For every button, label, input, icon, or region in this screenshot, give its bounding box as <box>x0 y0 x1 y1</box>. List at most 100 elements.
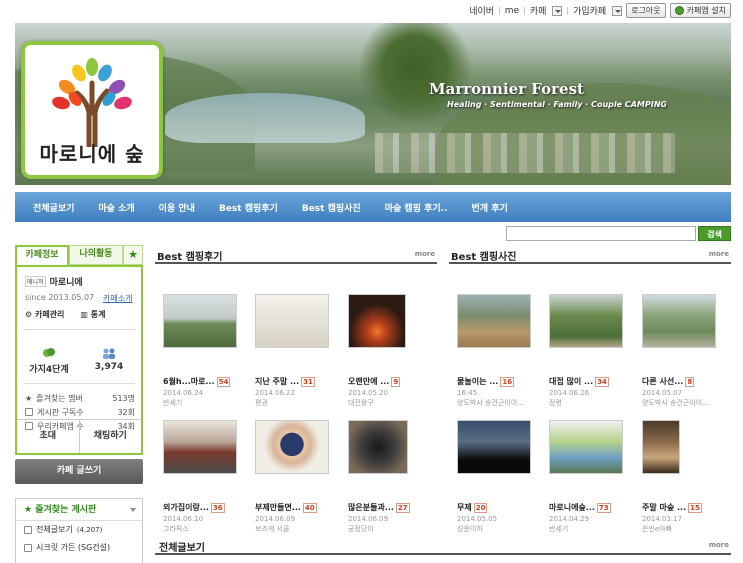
post-thumbnail[interactable] <box>642 420 680 474</box>
post-author[interactable]: 성윤이하 <box>457 524 535 534</box>
separator: | <box>498 6 501 15</box>
post-author[interactable]: 보즈게 서울 <box>255 524 333 534</box>
more-link[interactable]: more <box>415 250 435 258</box>
post-author[interactable]: 반세기 <box>549 524 627 534</box>
post-item[interactable]: 많은분들과... 27 2014.06.09 궁정당이 <box>348 420 428 534</box>
post-item[interactable]: 외가집이랑... 36 2014.06.10 그라픽스 <box>163 420 243 534</box>
tab-my-activity[interactable]: 나의활동 <box>69 245 123 265</box>
more-link[interactable]: more <box>709 250 729 258</box>
nav-guide[interactable]: 이용 안내 <box>147 201 207 214</box>
post-author[interactable]: 양도박사 숭건근이이... <box>642 398 720 408</box>
post-thumbnail[interactable] <box>457 294 531 348</box>
post-title-text: 물놀이는 ... <box>457 377 499 386</box>
post-author[interactable]: 그라픽스 <box>163 524 241 534</box>
cafe-intro-link[interactable]: 카페소개 <box>103 293 132 304</box>
post-item[interactable]: 대접 많이 ... 34 2014.06.26 정령 <box>549 294 629 408</box>
section-title[interactable]: Best 캠핑사진 <box>451 248 516 263</box>
post-title[interactable]: 부제만들면... 40 <box>255 502 335 513</box>
post-thumbnail[interactable] <box>163 294 237 348</box>
members-stat[interactable]: 3,974 <box>81 347 137 372</box>
chat-button[interactable]: 채팅하기 <box>80 420 142 453</box>
post-item[interactable]: 다른 사선... 8 2014.05.07 양도박사 숭건근이이... <box>642 294 722 408</box>
post-item[interactable]: 부제만들면... 40 2014.06.09 보즈게 서울 <box>255 420 335 534</box>
post-author[interactable]: 대전왕구 <box>348 398 426 408</box>
post-item[interactable]: 오랜만에 ... 9 2014.05.20 대전왕구 <box>348 294 428 408</box>
list-item-label: 게시판 구독수 <box>37 407 84 417</box>
post-title[interactable]: 지난 주말 ... 31 <box>255 376 335 387</box>
post-item[interactable]: 무제 20 2014.05.05 성윤이하 <box>457 420 537 534</box>
nav-best-reviews[interactable]: Best 캠핑후기 <box>207 201 290 214</box>
post-title[interactable]: 마로니에숲... 73 <box>549 502 629 513</box>
post-item[interactable]: 지난 주말 ... 31 2014.06.22 평권 <box>255 294 335 408</box>
star-icon[interactable]: ★ <box>123 245 143 265</box>
nav-camping-reviews[interactable]: 마숲 캠핑 후기.. <box>373 201 460 214</box>
board-label: 시크릿 가든 (SG건설) <box>36 543 111 552</box>
post-thumbnail[interactable] <box>255 420 329 474</box>
app-install-button[interactable]: 카페앱 설치 <box>669 3 731 18</box>
list-item[interactable]: ★ 즐겨찾는 멤버 513명 <box>25 391 135 405</box>
comment-count: 40 <box>302 503 317 513</box>
post-title[interactable]: 오랜만에 ... 9 <box>348 376 428 387</box>
search-button[interactable]: 검색 <box>698 226 731 241</box>
favorite-boards: ★ 즐겨찾는 게시판 전체글보기 (4,207) 시크릿 가든 (SG건설) <box>15 498 143 563</box>
post-author[interactable]: 양도박사 숭건근이이... <box>457 398 535 408</box>
post-title[interactable]: 물놀이는 ... 16 <box>457 376 537 387</box>
nav-all-posts[interactable]: 전체글보기 <box>15 201 86 214</box>
list-item[interactable]: 게시판 구독수 32회 <box>25 405 135 419</box>
board-label: 전체글보기 <box>36 525 73 534</box>
favorite-boards-title[interactable]: ★ 즐겨찾는 게시판 <box>16 499 142 521</box>
list-item-value: 32회 <box>117 407 135 417</box>
section-title[interactable]: 전체글보기 <box>159 539 205 554</box>
cafe-banner[interactable]: Marronnier Forest Healing · Sentimental … <box>15 23 731 185</box>
post-item[interactable]: 6월h...마로... 54 2014.06.24 반세기 <box>163 294 243 408</box>
joined-cafe-link[interactable]: 가입카페 <box>573 4 606 17</box>
more-link[interactable]: more <box>709 541 729 549</box>
chevron-down-icon[interactable] <box>130 508 136 512</box>
search-input[interactable] <box>506 226 696 241</box>
post-title[interactable]: 주말 마숲 ... 15 <box>642 502 722 513</box>
me-link[interactable]: me <box>505 6 519 16</box>
invite-button[interactable]: 초대 <box>17 420 80 453</box>
tab-cafe-info[interactable]: 카페정보 <box>15 245 69 265</box>
board-item[interactable]: 전체글보기 (4,207) <box>16 521 142 539</box>
divider <box>23 383 135 384</box>
cafe-manage-link[interactable]: ⚙ 카페관리 <box>25 309 64 320</box>
nav-intro[interactable]: 마숲 소개 <box>86 201 146 214</box>
post-item[interactable]: 마로니에숲... 73 2014.04.29 반세기 <box>549 420 629 534</box>
write-post-button[interactable]: 카페 글쓰기 <box>15 459 143 484</box>
cafe-dropdown-icon[interactable] <box>552 5 563 16</box>
nav-best-photos[interactable]: Best 캠핑사진 <box>290 201 373 214</box>
board-item[interactable]: 시크릿 가든 (SG건설) <box>16 539 142 557</box>
post-author[interactable]: 평권 <box>255 398 333 408</box>
post-thumbnail[interactable] <box>549 294 623 348</box>
favorite-boards-label: 즐겨찾는 게시판 <box>35 505 97 515</box>
post-author[interactable]: 반세기 <box>163 398 241 408</box>
post-date: 2014.05.20 <box>348 389 389 397</box>
post-thumbnail[interactable] <box>348 420 408 474</box>
post-thumbnail[interactable] <box>163 420 237 474</box>
post-item[interactable]: 물놀이는 ... 16 16:45 양도박사 숭건근이이... <box>457 294 537 408</box>
post-thumbnail[interactable] <box>255 294 329 348</box>
joined-cafe-dropdown-icon[interactable] <box>612 5 623 16</box>
post-thumbnail[interactable] <box>348 294 406 348</box>
post-title[interactable]: 대접 많이 ... 34 <box>549 376 629 387</box>
post-author[interactable]: 궁정당이 <box>348 524 426 534</box>
post-item[interactable]: 주말 마숲 ... 15 2014.03.17 은빈e아빠 <box>642 420 722 534</box>
naver-link[interactable]: 네이버 <box>469 4 494 17</box>
cafe-link[interactable]: 카페 <box>530 4 547 17</box>
post-thumbnail[interactable] <box>549 420 623 474</box>
post-title[interactable]: 많은분들과... 27 <box>348 502 428 513</box>
post-author[interactable]: 은빈e아빠 <box>642 524 720 534</box>
post-thumbnail[interactable] <box>457 420 531 474</box>
section-title[interactable]: Best 캠핑후기 <box>157 248 222 263</box>
cafe-logo[interactable]: 마로니에 숲 <box>21 41 163 179</box>
nav-flash-reviews[interactable]: 번개 후기 <box>460 201 520 214</box>
post-title[interactable]: 6월h...마로... 54 <box>163 376 243 387</box>
logout-button[interactable]: 로그아웃 <box>626 3 666 18</box>
post-thumbnail[interactable] <box>642 294 716 348</box>
stats-link[interactable]: ▥ 통계 <box>80 309 105 320</box>
post-title[interactable]: 무제 20 <box>457 502 537 513</box>
post-title[interactable]: 외가집이랑... 36 <box>163 502 243 513</box>
post-title[interactable]: 다른 사선... 8 <box>642 376 722 387</box>
post-author[interactable]: 정령 <box>549 398 627 408</box>
